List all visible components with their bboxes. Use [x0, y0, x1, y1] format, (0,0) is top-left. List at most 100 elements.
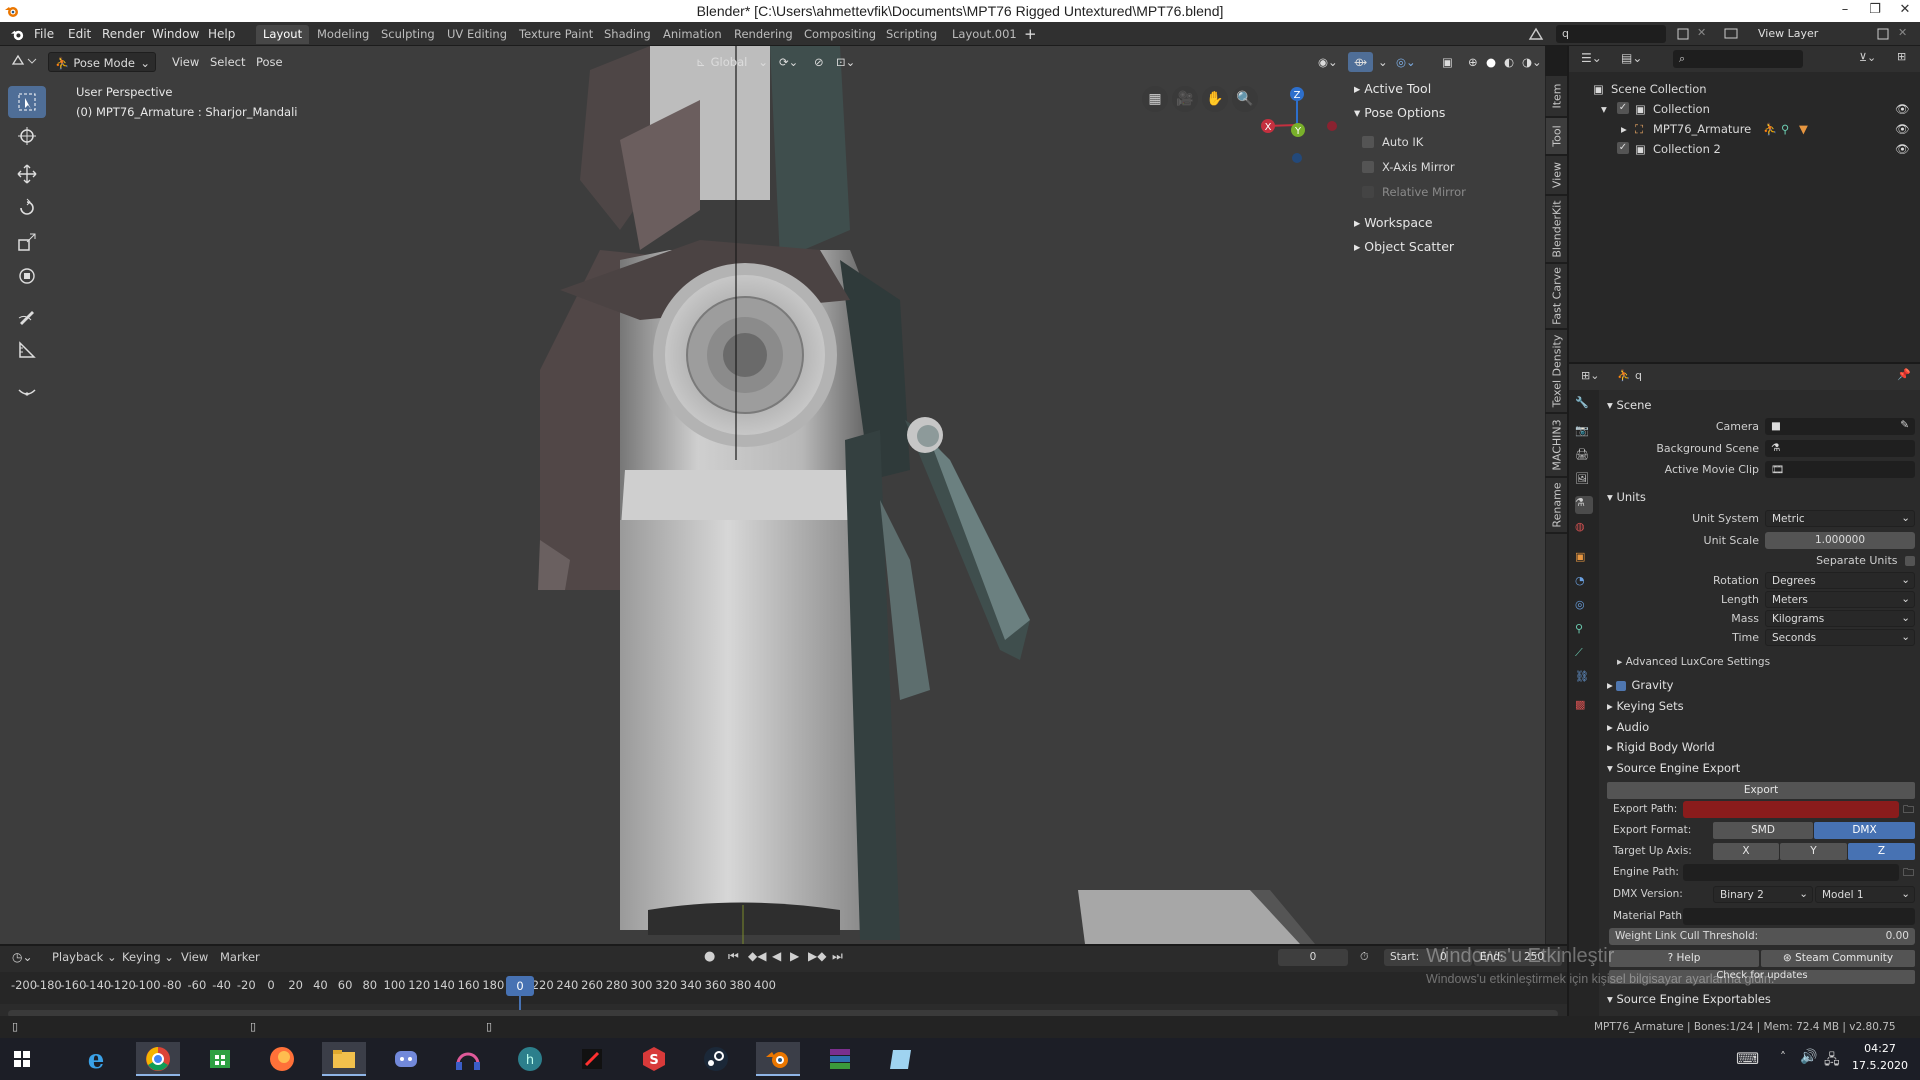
engine-path-field[interactable] [1683, 864, 1899, 881]
taskbar-chrome[interactable] [136, 1042, 180, 1076]
time-dropdown[interactable]: Seconds ⌄ [1765, 629, 1915, 646]
world-tab-icon[interactable]: ◍ [1575, 520, 1593, 538]
select-box-tool[interactable] [8, 86, 46, 118]
remove-scene-icon[interactable]: ✕ [1697, 26, 1706, 39]
unit-system-dropdown[interactable]: Metric ⌄ [1765, 510, 1915, 527]
taskbar-winrar[interactable] [818, 1042, 862, 1076]
display-mode-icon[interactable]: ▤⌄ [1621, 51, 1642, 65]
x-axis-mirror-checkbox[interactable]: X-Axis Mirror [1362, 160, 1455, 174]
expand-arrow-icon[interactable]: ▾ [1601, 102, 1607, 116]
overlays-icon[interactable]: ◎⌄ [1390, 52, 1422, 72]
active-tool-header[interactable]: ▸ Active Tool [1354, 81, 1431, 96]
axis-x-button[interactable]: X [1713, 843, 1779, 860]
menu-select[interactable]: Select [204, 52, 251, 72]
output-tab-icon[interactable]: 🖨 [1575, 448, 1593, 466]
menu-window[interactable]: Window [152, 27, 199, 41]
advanced-luxcore-header[interactable]: ▸ Advanced LuxCore Settings [1617, 656, 1770, 668]
menu-timeline-view[interactable]: View [181, 950, 208, 964]
pin-icon[interactable]: 📌 [1897, 368, 1911, 381]
move-tool[interactable] [8, 158, 46, 190]
object-tab-icon[interactable]: ▣ [1575, 550, 1593, 568]
tab-rendering[interactable]: Rendering [727, 25, 800, 44]
eye-icon[interactable]: 👁 [1895, 142, 1910, 156]
exclude-checkbox[interactable]: ✓ [1617, 102, 1629, 114]
taskbar-steam[interactable] [694, 1042, 738, 1076]
object-scatter-header[interactable]: ▸ Object Scatter [1354, 239, 1454, 254]
annotate-tool[interactable] [8, 300, 46, 332]
format-smd-button[interactable]: SMD [1713, 822, 1813, 839]
bone-constraint-tab-icon[interactable]: ⛓ [1575, 670, 1593, 688]
timeline-editor-icon[interactable]: ◷⌄ [12, 950, 33, 964]
expand-arrow-icon[interactable]: ▸ [1621, 122, 1627, 136]
network-icon[interactable]: 🖧 [1824, 1049, 1840, 1073]
tab-animation[interactable]: Animation [656, 25, 729, 44]
tab-rename[interactable]: Rename [1545, 478, 1567, 532]
tab-modeling[interactable]: Modeling [310, 25, 376, 44]
clock-time[interactable]: 04:27 [1850, 1042, 1910, 1055]
eye-icon[interactable]: 👁 [1895, 122, 1910, 136]
outliner-editor-icon[interactable]: ☰⌄ [1581, 51, 1602, 65]
properties-editor-icon[interactable]: ⊞⌄ [1581, 369, 1599, 382]
transform-tool[interactable] [8, 260, 46, 292]
taskbar-store[interactable] [198, 1042, 242, 1076]
format-dmx-button[interactable]: DMX [1814, 822, 1915, 839]
menu-marker[interactable]: Marker [220, 950, 260, 964]
separate-units-checkbox[interactable]: Separate Units [1769, 554, 1915, 567]
prev-keyframe-icon[interactable]: ◆◀ [748, 949, 766, 963]
material-path-field[interactable] [1683, 908, 1915, 925]
3d-viewport[interactable] [0, 46, 1545, 944]
close-button[interactable]: ✕ [1890, 0, 1920, 22]
audio-header[interactable]: ▸ Audio [1607, 720, 1649, 734]
gravity-panel-header[interactable]: ▸ Gravity [1607, 678, 1673, 692]
menu-view[interactable]: View [166, 52, 205, 72]
tab-layout[interactable]: Layout [256, 25, 310, 44]
auto-ik-checkbox[interactable]: Auto IK [1362, 135, 1423, 149]
taskbar-app-red[interactable] [570, 1042, 614, 1076]
taskbar-notepad[interactable] [880, 1042, 924, 1076]
source-engine-export-header[interactable]: ▾ Source Engine Export [1607, 761, 1740, 775]
gizmo-neg-x[interactable] [1327, 121, 1337, 131]
taskbar-audio-app[interactable] [446, 1042, 490, 1076]
tab-compositing[interactable]: Compositing [797, 25, 883, 44]
mode-dropdown[interactable]: ⛹ Pose Mode ⌄ [48, 52, 156, 72]
outliner-scene-collection[interactable]: ▣ Scene Collection [1569, 80, 1920, 100]
outliner-row-collection[interactable]: ▾ ✓ ▣ Collection 👁 [1569, 100, 1920, 120]
taskbar-blender[interactable] [756, 1042, 800, 1076]
record-icon[interactable]: ● [704, 949, 715, 964]
workspace-header[interactable]: ▸ Workspace [1354, 215, 1433, 230]
play-reverse-icon[interactable]: ◀ [772, 949, 781, 963]
rotate-tool[interactable] [8, 192, 46, 224]
start-button[interactable] [0, 1042, 44, 1076]
pan-hand-icon[interactable]: ✋ [1202, 86, 1228, 112]
menu-edit[interactable]: Edit [68, 27, 91, 41]
stopwatch-icon[interactable]: ⏱ [1360, 950, 1369, 964]
volume-icon[interactable]: 🔊 [1800, 1049, 1817, 1065]
axis-z-button[interactable]: Z [1848, 843, 1915, 860]
taskbar-substance[interactable]: S [632, 1042, 676, 1076]
keying-sets-header[interactable]: ▸ Keying Sets [1607, 699, 1684, 713]
orientation-gizmo[interactable]: Z X Y [1252, 80, 1342, 170]
outliner-row-collection-2[interactable]: ✓ ▣ Collection 2 👁 [1569, 140, 1920, 160]
weight-link-cull-field[interactable]: Weight Link Cull Threshold: 0.00 [1609, 928, 1915, 945]
transform-orientation-dropdown[interactable]: ⊾ Global ⌄ [690, 52, 770, 72]
jump-end-icon[interactable]: ⏭ [832, 949, 843, 964]
editor-type-button[interactable] [10, 52, 44, 72]
taskbar-app-teal[interactable]: h [508, 1042, 552, 1076]
proportional-edit-icon[interactable]: ⊡⌄ [830, 52, 861, 72]
filter-icon[interactable]: ⊻⌄ [1859, 51, 1876, 64]
steam-community-button[interactable]: ⊛ Steam Community [1761, 950, 1915, 967]
render-tab-icon[interactable]: 📷 [1575, 424, 1593, 442]
toggle-ortho-icon[interactable]: ▦ [1142, 86, 1168, 112]
pivot-point-icon[interactable]: ⟳⌄ [773, 52, 804, 72]
eyedropper-icon[interactable]: ✎ [1900, 419, 1909, 431]
scene-tab-icon[interactable]: ⚗ [1575, 496, 1593, 514]
scale-tool[interactable] [8, 226, 46, 258]
menu-file[interactable]: File [34, 27, 54, 41]
gravity-checkbox[interactable] [1616, 681, 1627, 691]
source-exportables-header[interactable]: ▾ Source Engine Exportables [1607, 992, 1771, 1006]
axis-y-button[interactable]: Y [1780, 843, 1847, 860]
background-scene-field[interactable]: ⚗ [1765, 440, 1915, 457]
view-layer-field[interactable]: View Layer [1752, 25, 1872, 43]
tab-texture-paint[interactable]: Texture Paint [512, 25, 600, 44]
dmx-model-dropdown[interactable]: Model 1 ⌄ [1815, 886, 1915, 903]
